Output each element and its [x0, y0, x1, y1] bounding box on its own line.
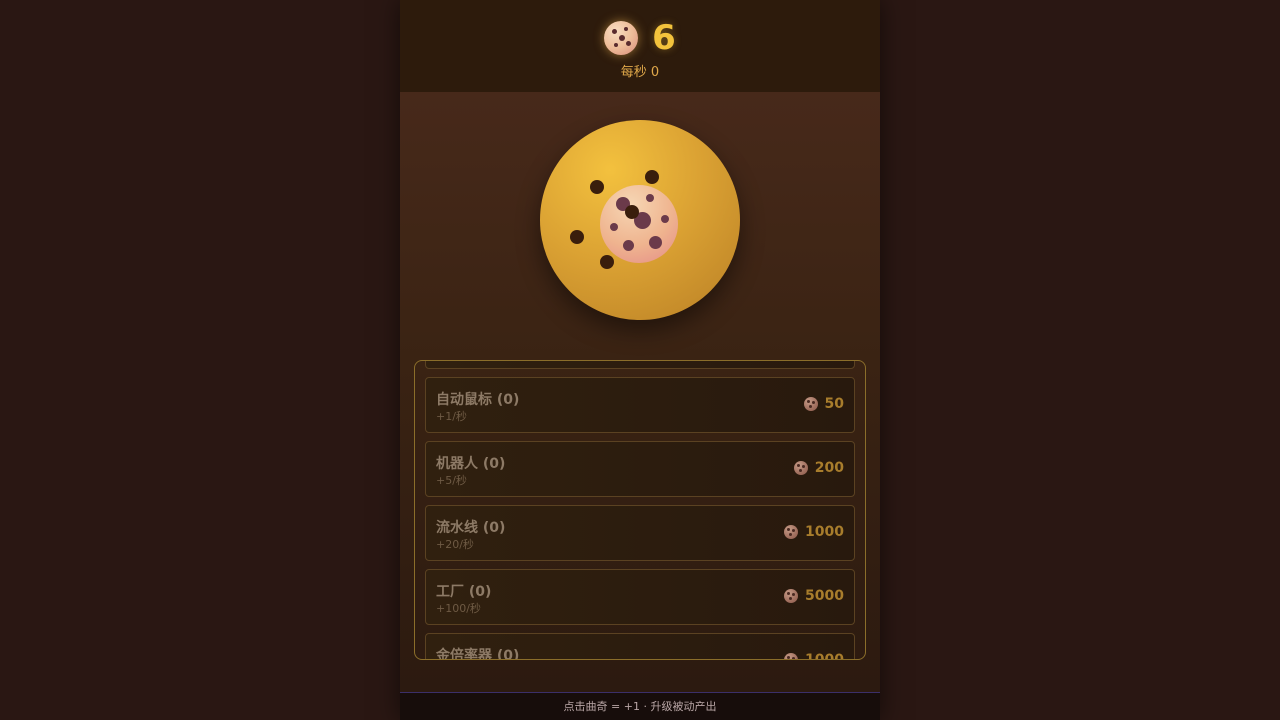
big-cookie-icon — [600, 185, 678, 263]
cookies-per-second: 每秒 0 — [620, 65, 660, 80]
cookie-icon — [784, 653, 799, 659]
cookie-icon — [803, 397, 818, 411]
item-rate: +20/秒 — [436, 538, 474, 551]
chocolate-chip-icon — [590, 180, 604, 194]
chocolate-chip-icon — [645, 170, 659, 184]
chocolate-chip-icon — [570, 230, 584, 244]
shop-item-robot[interactable]: 机器人 (0) +5/秒 200 — [425, 441, 855, 497]
item-price: 50 — [803, 396, 844, 412]
item-name: 金倍率器 (0) — [436, 648, 520, 660]
upgrade-shop: 自动鼠标 (0) +1/秒 50 机器人 (0) +5/秒 200 流水线 (0… — [414, 360, 866, 660]
item-rate: +1/秒 — [436, 410, 467, 423]
game-panel: 6 每秒 0 自动鼠标 (0) +1/秒 50 机器人 (0) +5/秒 200… — [400, 0, 880, 720]
item-price: 1000 — [784, 652, 844, 660]
cookie-icon — [604, 21, 639, 55]
shop-item-gold-multiplier[interactable]: 金倍率器 (0) 1000 — [425, 633, 855, 660]
item-price-value: 200 — [814, 460, 844, 476]
chocolate-chip-icon — [625, 205, 639, 219]
item-price-value: 1000 — [805, 652, 844, 660]
item-name: 自动鼠标 (0) — [436, 392, 520, 408]
item-name: 机器人 (0) — [436, 456, 506, 472]
item-rate: +100/秒 — [436, 602, 481, 615]
score-header: 6 每秒 0 — [400, 0, 880, 92]
upgrade-list: 自动鼠标 (0) +1/秒 50 机器人 (0) +5/秒 200 流水线 (0… — [425, 361, 855, 660]
chocolate-chip-icon — [600, 255, 614, 269]
item-rate: +5/秒 — [436, 474, 467, 487]
big-cookie-button[interactable] — [540, 120, 740, 320]
cookie-count: 6 — [652, 18, 676, 58]
item-price: 1000 — [784, 524, 844, 540]
footer-hint: 点击曲奇 = +1 · 升级被动产出 — [400, 692, 880, 720]
item-price-value: 50 — [824, 396, 844, 412]
item-name: 流水线 (0) — [436, 520, 506, 536]
item-name: 工厂 (0) — [436, 584, 492, 600]
cookie-stage: 自动鼠标 (0) +1/秒 50 机器人 (0) +5/秒 200 流水线 (0… — [400, 92, 880, 692]
item-price-value: 1000 — [805, 524, 844, 540]
shop-item-hidden[interactable] — [425, 361, 855, 369]
cookie-icon — [784, 589, 799, 603]
item-price: 5000 — [784, 588, 844, 604]
item-price: 200 — [793, 460, 844, 476]
score-row: 6 — [400, 18, 880, 58]
shop-item-auto-mouse[interactable]: 自动鼠标 (0) +1/秒 50 — [425, 377, 855, 433]
item-price-value: 5000 — [805, 588, 844, 604]
cookie-icon — [793, 461, 808, 475]
shop-item-assembly-line[interactable]: 流水线 (0) +20/秒 1000 — [425, 505, 855, 561]
cookie-icon — [784, 525, 799, 539]
shop-item-factory[interactable]: 工厂 (0) +100/秒 5000 — [425, 569, 855, 625]
